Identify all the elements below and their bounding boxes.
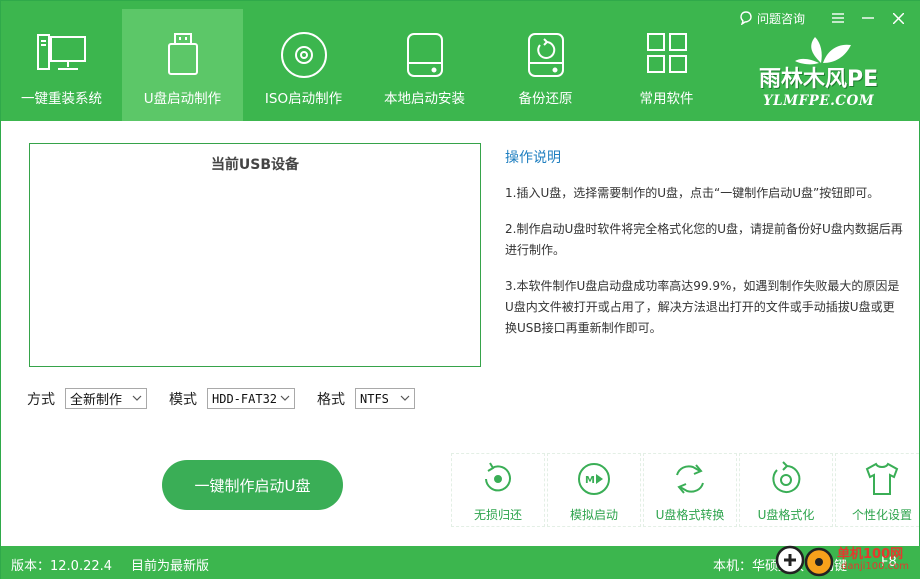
model-label: 模式 — [169, 391, 197, 408]
watermark-logo-icon — [775, 545, 834, 577]
nav-label: ISO启动制作 — [264, 91, 343, 107]
nav-label: U盘启动制作 — [143, 91, 222, 107]
update-status: 目前为最新版 — [131, 559, 210, 574]
brand-logo: 雨林木风PE YLMFPE.COM — [757, 31, 897, 115]
tool-label: U盘格式转换 — [655, 508, 725, 522]
nav-tab-iso[interactable]: ISO启动制作 — [243, 9, 364, 121]
model-value: HDD-FAT32 — [212, 391, 278, 406]
mode-value: 全新制作 — [70, 393, 123, 408]
minimize-icon — [862, 17, 874, 19]
options-row: 方式 全新制作 模式 HDD-FAT32 格式 NTFS — [27, 388, 437, 409]
personalize-tool-button[interactable]: 个性化设置 — [835, 453, 920, 527]
usb-device-panel[interactable]: 当前USB设备 — [29, 143, 481, 367]
instructions-heading: 操作说明 — [505, 150, 561, 166]
leaf-icon — [795, 37, 851, 65]
help-label: 问题咨询 — [756, 11, 805, 26]
tool-label: 无损归还 — [473, 508, 522, 522]
format-value: NTFS — [360, 391, 389, 406]
monitor-icon — [36, 34, 86, 70]
instruction-step: 3.本软件制作U盘启动盘成功率高达99.9%，如遇到制作失败最大的原因是U盘内文… — [505, 279, 900, 335]
help-link[interactable]: 问题咨询 — [739, 10, 805, 27]
nav-label: 常用软件 — [639, 91, 694, 107]
watermark: 单机100网 danji100.com — [775, 541, 920, 579]
version-text: 版本：12.0.22.4 — [11, 559, 113, 574]
watermark-text: 单机100网 — [837, 547, 904, 562]
mode-select[interactable]: 全新制作 — [65, 388, 147, 409]
apps-grid-icon — [646, 33, 687, 73]
tshirt-icon — [865, 462, 899, 495]
nav-label: 备份还原 — [518, 91, 573, 107]
backup-drive-icon — [527, 33, 564, 77]
nav-tab-software[interactable]: 常用软件 — [606, 9, 727, 121]
nav-tab-backup[interactable]: 备份还原 — [485, 9, 606, 121]
chevron-down-icon — [280, 395, 290, 401]
convert-icon — [676, 464, 704, 494]
usb-drive-icon — [167, 33, 198, 75]
close-button[interactable] — [887, 9, 909, 27]
nav-tab-local-install[interactable]: 本地启动安装 — [364, 9, 485, 121]
watermark-sub: danji100.com — [841, 561, 909, 572]
format-tool-button[interactable]: U盘格式化 — [739, 453, 833, 527]
tool-label: U盘格式化 — [757, 508, 815, 522]
menu-icon — [832, 13, 844, 23]
svg-text:M: M — [585, 475, 595, 486]
instruction-step: 2.制作启动U盘时软件将完全格式化您的U盘，请提前备份好U盘内数据后再进行制作。 — [505, 222, 903, 257]
header-bar: 一键重装系统 U盘启动制作 ISO启动制作 本地启动安装 备份还原 常用软件 问… — [1, 1, 920, 121]
nav-tab-reinstall[interactable]: 一键重装系统 — [1, 9, 122, 121]
nav-label: 一键重装系统 — [21, 91, 102, 107]
format-label: 格式 — [317, 391, 345, 408]
minimize-button[interactable] — [857, 9, 879, 27]
tool-label: 个性化设置 — [851, 508, 912, 522]
disc-icon — [280, 32, 327, 78]
logo-url: YLMFPE.COM — [763, 93, 875, 109]
chevron-down-icon — [400, 395, 410, 401]
tools-row: 无损归还 M 模拟启动 U盘格式转换 U盘格式化 个性化设置 — [451, 453, 920, 527]
chat-bubble-icon — [740, 11, 752, 25]
usb-panel-title: 当前USB设备 — [210, 157, 300, 173]
format-icon — [772, 461, 801, 493]
simulate-boot-icon: M — [578, 463, 610, 495]
nav-label: 本地启动安装 — [384, 91, 465, 107]
logo-brand: 雨林木风PE — [759, 67, 879, 92]
nav-tab-usb-boot[interactable]: U盘启动制作 — [122, 9, 243, 121]
menu-button[interactable] — [827, 9, 849, 27]
chevron-down-icon — [132, 395, 142, 401]
app-window: 一键重装系统 U盘启动制作 ISO启动制作 本地启动安装 备份还原 常用软件 问… — [0, 0, 920, 579]
close-icon — [892, 12, 904, 24]
restore-tool-button[interactable]: 无损归还 — [451, 453, 545, 527]
instruction-step: 1.插入U盘，选择需要制作的U盘，点击“一键制作启动U盘”按钮即可。 — [505, 186, 880, 200]
model-select[interactable]: HDD-FAT32 — [207, 388, 295, 409]
restore-icon — [485, 462, 511, 492]
mode-label: 方式 — [27, 391, 55, 408]
format-select[interactable]: NTFS — [355, 388, 415, 409]
window-controls: 问题咨询 — [739, 9, 909, 27]
tool-label: 模拟启动 — [569, 508, 618, 522]
simulate-boot-tool-button[interactable]: M 模拟启动 — [547, 453, 641, 527]
convert-tool-button[interactable]: U盘格式转换 — [643, 453, 737, 527]
instructions-panel: 操作说明 1.插入U盘，选择需要制作的U盘，点击“一键制作启动U盘”按钮即可。 … — [505, 147, 905, 354]
make-bootable-usb-button[interactable]: 一键制作启动U盘 — [162, 460, 343, 510]
main-nav: 一键重装系统 U盘启动制作 ISO启动制作 本地启动安装 备份还原 常用软件 — [1, 9, 727, 121]
hard-drive-icon — [406, 33, 443, 77]
